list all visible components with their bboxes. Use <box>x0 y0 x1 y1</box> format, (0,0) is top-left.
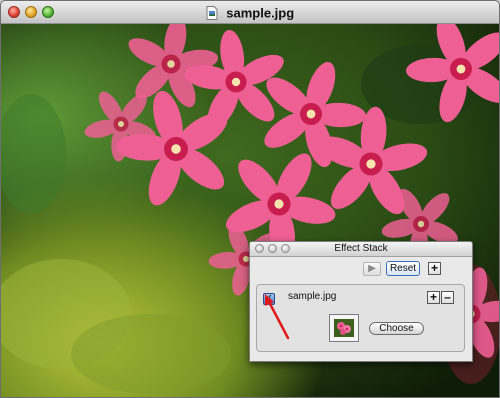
play-button[interactable]: ▶ <box>363 262 381 276</box>
jpeg-document-icon <box>206 5 218 20</box>
window-title-group: sample.jpg <box>1 4 499 20</box>
title-bar[interactable]: sample.jpg <box>1 1 499 24</box>
window-title: sample.jpg <box>226 5 295 21</box>
add-effect-button[interactable]: + <box>428 262 441 275</box>
layer-remove-button[interactable]: – <box>441 291 454 304</box>
flower-thumbnail-icon <box>334 319 354 337</box>
layer-add-button[interactable]: + <box>427 291 440 304</box>
panel-title: Effect Stack <box>334 243 388 254</box>
image-thumbnail[interactable] <box>329 314 359 342</box>
annotation-arrow-icon <box>265 294 290 340</box>
layer-name: sample.jpg <box>288 291 337 302</box>
choose-button[interactable]: Choose <box>369 322 424 335</box>
reset-button[interactable]: Reset <box>386 261 420 276</box>
panel-title-bar[interactable]: Effect Stack <box>250 242 472 257</box>
